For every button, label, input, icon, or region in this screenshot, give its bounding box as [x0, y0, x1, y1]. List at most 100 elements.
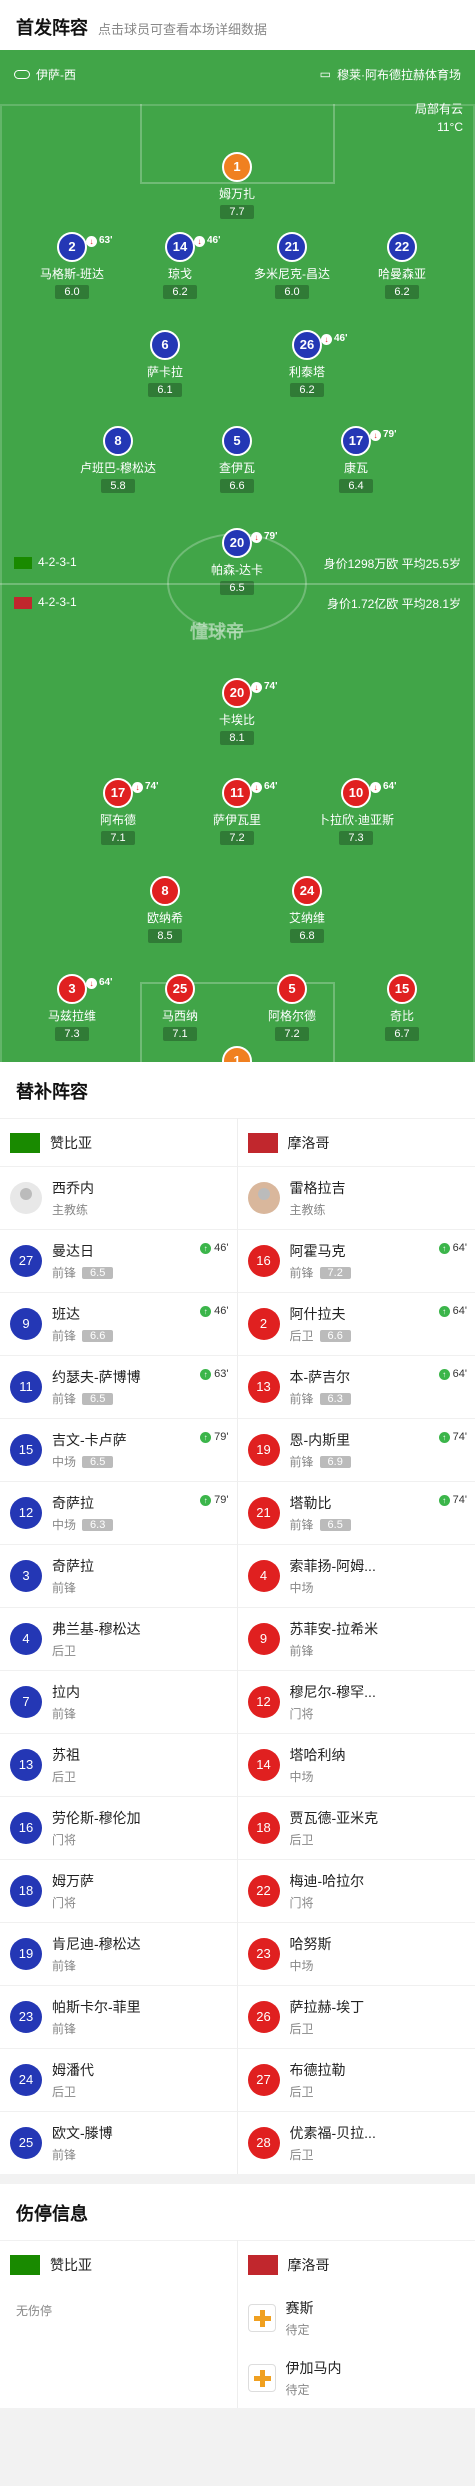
pitch-player[interactable]: 22 哈曼森亚 6.2 — [347, 232, 457, 300]
sub-out-icon: ↓ — [86, 977, 97, 989]
stadium-icon: ▭ — [319, 67, 331, 81]
pitch-player[interactable]: 2 ↓ 63' 马格斯-班达 6.0 — [17, 232, 127, 300]
sub-player-row[interactable]: 21 塔勒比 前锋 6.5 ↑ 74' — [237, 1481, 475, 1544]
sub-player-position: 后卫 — [52, 1644, 77, 1658]
sub-player-rating: 6.3 — [82, 1518, 114, 1531]
pitch-player[interactable]: 5 查伊瓦 6.6 — [182, 426, 292, 494]
sub-player-row[interactable]: 12 穆尼尔-穆罕... 门将 — [237, 1670, 475, 1733]
player-rating: 8.5 — [148, 929, 182, 943]
pitch-player[interactable]: 20 ↓ 79' 帕森-达卡 6.5 — [182, 528, 292, 596]
sub-player-name: 拉内 — [52, 1684, 80, 1700]
player-number: 14 ↓ 46' — [165, 232, 221, 262]
injury-title: 伤停信息 — [16, 2204, 88, 2224]
sub-out-indicator: ↓ 63' — [86, 228, 113, 254]
stadium-name: 穆莱·阿布德拉赫体育场 — [337, 67, 461, 82]
sub-player-row[interactable]: 9 苏菲安-拉希米 前锋 — [237, 1607, 475, 1670]
sub-out-indicator: ↓ 64' — [251, 774, 278, 800]
injury-section: 伤停信息 赞比亚 无伤停 摩洛哥 赛斯 待定 伊加马内 待定 — [0, 2184, 475, 2408]
pitch-player[interactable]: 25 马西纳 7.1 — [125, 974, 235, 1042]
player-rating: 7.2 — [275, 1027, 309, 1041]
pitch-player[interactable]: 1 姆万扎 7.7 — [182, 152, 292, 220]
sub-player-position: 中场 — [289, 1770, 314, 1784]
player-number: 1 — [222, 152, 252, 182]
pitch-player[interactable]: 11 ↓ 64' 萨伊瓦里 7.2 — [182, 778, 292, 846]
sub-player-row[interactable]: 27 曼达日 前锋 6.5 ↑ 46' — [0, 1229, 237, 1292]
sub-player-row[interactable]: 24 姆潘代 后卫 — [0, 2048, 237, 2111]
player-number: 17 ↓ 79' — [341, 426, 397, 456]
player-rating: 6.1 — [148, 383, 182, 397]
player-name: 姆万扎 — [218, 187, 255, 201]
sub-player-row[interactable]: 19 恩-内斯里 前锋 6.9 ↑ 74' — [237, 1418, 475, 1481]
pitch-player[interactable]: 8 欧纳希 8.5 — [110, 876, 220, 944]
player-number: 20 ↓ 74' — [222, 678, 278, 708]
player-name: 萨伊瓦里 — [212, 813, 261, 827]
sub-player-row[interactable]: 12 奇萨拉 中场 6.3 ↑ 79' — [0, 1481, 237, 1544]
pitch-player[interactable]: 6 萨卡拉 6.1 — [110, 330, 220, 398]
lineup-subtitle: 点击球员可查看本场详细数据 — [98, 22, 268, 37]
sub-player-row[interactable]: 22 梅迪-哈拉尔 门将 — [237, 1859, 475, 1922]
pitch-player[interactable]: 15 奇比 6.7 — [347, 974, 457, 1042]
sub-player-name: 苏祖 — [52, 1747, 80, 1763]
pitch-player[interactable]: 17 ↓ 79' 康瓦 6.4 — [301, 426, 411, 494]
sub-out-indicator: ↓ 46' — [194, 228, 221, 254]
sub-player-number: 13 — [247, 1371, 280, 1403]
home-team-name: 赞比亚 — [50, 1134, 92, 1151]
sub-player-row[interactable]: 19 肯尼迪-穆松达 前锋 — [0, 1922, 237, 1985]
player-name: 马兹拉维 — [47, 1009, 96, 1023]
pitch-player[interactable]: 1布努6.5 — [182, 1046, 292, 1062]
sub-player-row[interactable]: 3 奇萨拉 前锋 — [0, 1544, 237, 1607]
sub-player-position: 前锋 — [52, 1959, 77, 1973]
sub-player-row[interactable]: 23 帕斯卡尔-菲里 前锋 — [0, 1985, 237, 2048]
sub-player-row[interactable]: 25 欧文-滕博 前锋 — [0, 2111, 237, 2174]
sub-player-row[interactable]: 27 布德拉勒 后卫 — [237, 2048, 475, 2111]
sub-player-number: 23 — [10, 2001, 42, 2033]
sub-player-row[interactable]: 28 优素福-贝拉... 后卫 — [237, 2111, 475, 2174]
sub-player-row[interactable]: 7 拉内 前锋 — [0, 1670, 237, 1733]
sub-in-indicator: ↑ 46' — [200, 1305, 229, 1317]
sub-player-row[interactable]: 16 阿霍马克 前锋 7.2 ↑ 64' — [237, 1229, 475, 1292]
pitch-player[interactable]: 21 多米尼克-昌达 6.0 — [237, 232, 347, 300]
pitch-player[interactable]: 8 卢班巴-穆松达 5.8 — [63, 426, 173, 494]
home-coach-row[interactable]: 西乔内 主教练 — [0, 1166, 237, 1229]
sub-player-row[interactable]: 14 塔哈利纳 中场 — [237, 1733, 475, 1796]
pitch-player[interactable]: 3 ↓ 64' 马兹拉维 7.3 — [17, 974, 127, 1042]
sub-player-row[interactable]: 15 吉文-卡卢萨 中场 6.5 ↑ 79' — [0, 1418, 237, 1481]
sub-player-name: 穆尼尔-穆罕... — [289, 1684, 376, 1700]
sub-player-row[interactable]: 18 姆万萨 门将 — [0, 1859, 237, 1922]
pitch-player[interactable]: 24 艾纳维 6.8 — [252, 876, 362, 944]
sub-player-number: 16 — [247, 1245, 280, 1277]
morocco-flag-icon — [14, 596, 32, 609]
sub-player-position: 前锋 — [289, 1518, 314, 1532]
sub-player-position: 门将 — [52, 1833, 77, 1847]
sub-player-row[interactable]: 26 萨拉赫-埃丁 后卫 — [237, 1985, 475, 2048]
lineup-header: 首发阵容 点击球员可查看本场详细数据 — [0, 0, 475, 50]
pitch-player[interactable]: 14 ↓ 46' 琼戈 6.2 — [125, 232, 235, 300]
injury-row[interactable]: 赛斯 待定 — [238, 2288, 475, 2348]
player-name: 艾纳维 — [288, 911, 325, 925]
pitch-player[interactable]: 10 ↓ 64' 卜拉欣·迪亚斯 7.3 — [301, 778, 411, 846]
injured-player-name: 伊加马内 — [285, 2360, 342, 2376]
sub-player-name: 塔哈利纳 — [289, 1747, 346, 1763]
sub-player-row[interactable]: 4 弗兰基-穆松达 后卫 — [0, 1607, 237, 1670]
sub-player-row[interactable]: 2 阿什拉夫 后卫 6.6 ↑ 64' — [237, 1292, 475, 1355]
sub-player-row[interactable]: 16 劳伦斯-穆伦加 门将 — [0, 1796, 237, 1859]
sub-player-row[interactable]: 18 贾瓦德-亚米克 后卫 — [237, 1796, 475, 1859]
sub-player-row[interactable]: 23 哈努斯 中场 — [237, 1922, 475, 1985]
sub-player-name: 索菲扬-阿姆... — [289, 1558, 376, 1574]
sub-player-row[interactable]: 13 苏祖 后卫 — [0, 1733, 237, 1796]
sub-player-row[interactable]: 4 索菲扬-阿姆... 中场 — [237, 1544, 475, 1607]
away-formation-row: 4-2-3-1 身价1.72亿欧 平均28.1岁 — [0, 595, 475, 612]
pitch-player[interactable]: 5 阿格尔德 7.2 — [237, 974, 347, 1042]
player-rating: 8.1 — [220, 731, 254, 745]
away-coach-row[interactable]: 雷格拉吉 主教练 — [237, 1166, 475, 1229]
pitch-player[interactable]: 26 ↓ 46' 利泰塔 6.2 — [252, 330, 362, 398]
injury-row[interactable]: 伊加马内 待定 — [238, 2348, 475, 2408]
sub-player-row[interactable]: 9 班达 前锋 6.6 ↑ 46' — [0, 1292, 237, 1355]
sub-player-row[interactable]: 13 本-萨吉尔 前锋 6.3 ↑ 64' — [237, 1355, 475, 1418]
sub-in-indicator: ↑ 79' — [200, 1431, 229, 1443]
sub-player-row[interactable]: 11 约瑟夫-萨博博 前锋 6.5 ↑ 63' — [0, 1355, 237, 1418]
pitch-player[interactable]: 20 ↓ 74' 卡埃比 8.1 — [182, 678, 292, 746]
sub-player-name: 欧文-滕博 — [52, 2125, 113, 2141]
sub-player-position: 后卫 — [52, 1770, 77, 1784]
pitch-player[interactable]: 17 ↓ 74' 阿布德 7.1 — [63, 778, 173, 846]
